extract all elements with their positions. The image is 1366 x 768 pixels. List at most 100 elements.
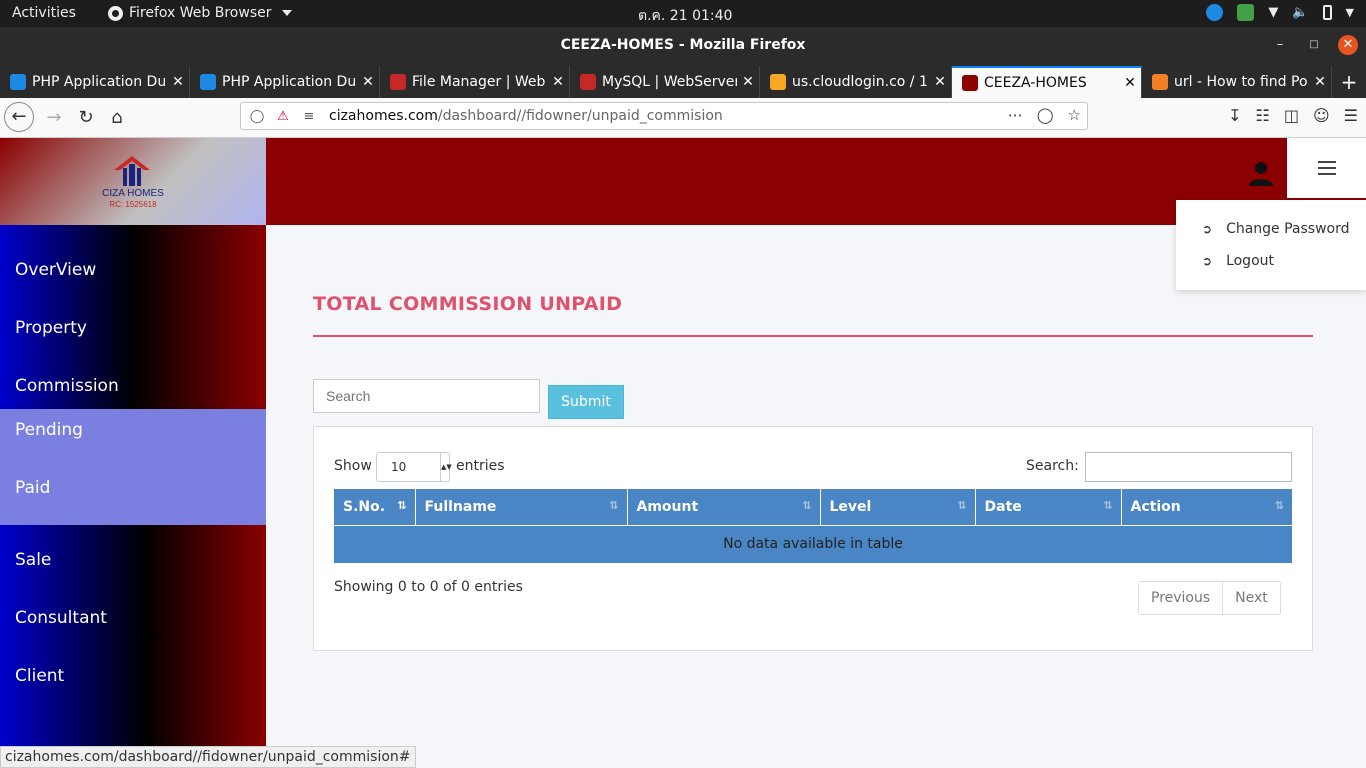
column-header-fullname[interactable]: Fullname ⇅ <box>415 489 628 525</box>
select-arrow-icon: ▲▼ <box>440 453 452 481</box>
hamburger-icon <box>1317 167 1336 169</box>
firefox-icon <box>108 5 123 21</box>
column-header-amount[interactable]: Amount ⇅ <box>627 489 821 525</box>
column-header-sno[interactable]: S.No. ⇅ <box>334 489 416 525</box>
forward-button[interactable]: → <box>40 104 68 132</box>
window-titlebar: CEEZA-HOMES - Mozilla Firefox – □ ✕ <box>0 27 1366 64</box>
tab-close-icon[interactable]: ✕ <box>547 74 569 90</box>
hamburger-menu-icon[interactable]: ☰ <box>1344 106 1358 125</box>
menu-toggle-button[interactable] <box>1287 138 1366 198</box>
sidebar-item-property[interactable]: Property <box>0 318 266 338</box>
browser-tab[interactable]: us.cloudlogin.co / 1 ✕ <box>760 66 952 98</box>
user-profile-icon[interactable] <box>1248 160 1274 186</box>
sidebar-item-consultant[interactable]: Consultant <box>0 608 266 628</box>
downloads-icon[interactable]: ↧ <box>1228 106 1241 125</box>
tab-label: us.cloudlogin.co / 1 <box>792 74 928 90</box>
column-header-date[interactable]: Date ⇅ <box>975 489 1122 525</box>
user-dropdown-menu: ➲ Change Password ➲ Logout <box>1176 200 1366 290</box>
browser-tab[interactable]: File Manager | Web ✕ <box>380 66 570 98</box>
submenu-item-paid[interactable]: Paid <box>0 478 266 498</box>
gnome-top-bar: Activities Firefox Web Browser ต.ค. 21 0… <box>0 0 1366 27</box>
link-status-bar: cizahomes.com/dashboard//fidowner/unpaid… <box>0 746 416 768</box>
change-password-label: Change Password <box>1226 221 1350 237</box>
account-icon[interactable]: ☺ <box>1313 106 1330 125</box>
browser-tab[interactable]: url - How to find Po ✕ <box>1142 66 1332 98</box>
activities-button[interactable]: Activities <box>12 5 76 21</box>
browser-tab[interactable]: PHP Application Du ✕ <box>0 66 190 98</box>
permissions-icon[interactable]: ≡ <box>299 109 319 124</box>
bookmark-star-icon[interactable]: ☆ <box>1068 106 1081 124</box>
browser-tab[interactable]: PHP Application Du ✕ <box>190 66 380 98</box>
back-button[interactable]: ← <box>4 102 34 132</box>
clock[interactable]: ต.ค. 21 01:40 <box>638 5 732 27</box>
tab-close-icon[interactable]: ✕ <box>929 74 951 90</box>
system-tray[interactable]: ▼ 🔈 ▼ <box>1206 4 1354 21</box>
chevron-down-icon <box>281 10 292 16</box>
close-window-button[interactable]: ✕ <box>1338 35 1358 55</box>
sort-asc-icon: ⇅ <box>397 499 407 512</box>
wifi-icon[interactable]: ▼ <box>1268 5 1278 20</box>
sidebar-item-client[interactable]: Client <box>0 666 266 686</box>
tab-favicon-icon <box>770 74 786 90</box>
url-text[interactable]: cizahomes.com/dashboard//fidowner/unpaid… <box>329 108 723 124</box>
tab-close-icon[interactable]: ✕ <box>737 74 759 90</box>
sidebar-lower-section: Sale Consultant Client <box>0 525 266 768</box>
maximize-button[interactable]: □ <box>1304 35 1324 55</box>
browser-tab-active[interactable]: CEEZA-HOMES ✕ <box>952 66 1142 98</box>
submit-button[interactable]: Submit <box>548 385 624 419</box>
table-row: No data available in table <box>334 524 1292 563</box>
logout-item[interactable]: ➲ Logout <box>1202 253 1274 269</box>
battery-icon[interactable] <box>1322 5 1332 20</box>
submenu-item-pending[interactable]: Pending <box>0 420 266 440</box>
column-header-level[interactable]: Level ⇅ <box>820 489 976 525</box>
tab-close-icon[interactable]: ✕ <box>167 74 189 90</box>
page-length-select[interactable]: 10 ▲▼ <box>376 452 452 482</box>
sort-icon: ⇅ <box>1103 499 1113 512</box>
tab-favicon-icon <box>200 74 216 90</box>
tab-label: PHP Application Du <box>32 74 167 90</box>
pocket-icon[interactable]: ◯ <box>1037 106 1054 124</box>
table-search-input[interactable] <box>1085 452 1292 482</box>
volume-icon[interactable]: 🔈 <box>1292 5 1308 20</box>
sidebar-toggle-icon[interactable]: ◫ <box>1284 106 1299 125</box>
tab-close-icon[interactable]: ✕ <box>1309 74 1331 90</box>
tab-label: url - How to find Po <box>1174 74 1308 90</box>
app-menu-label: Firefox Web Browser <box>129 5 272 21</box>
sidebar: OverView Property Commission Pending Pai… <box>0 225 266 768</box>
insecure-lock-icon[interactable]: ⚠ <box>273 109 293 124</box>
search-input[interactable] <box>313 379 540 413</box>
previous-page-button[interactable]: Previous <box>1139 582 1223 614</box>
power-menu-icon[interactable]: ▼ <box>1346 6 1354 19</box>
sidebar-item-sale[interactable]: Sale <box>0 550 266 570</box>
sidebar-item-overview[interactable]: OverView <box>0 260 266 280</box>
reload-button[interactable]: ↻ <box>72 104 100 132</box>
sort-icon: ⇅ <box>957 499 967 512</box>
web-page: CIZA HOMES RC: 1525618 OverView Property… <box>0 138 1366 768</box>
new-tab-button[interactable]: + <box>1338 70 1360 94</box>
minimize-button[interactable]: – <box>1270 35 1290 55</box>
library-icon[interactable]: ☷ <box>1256 106 1270 125</box>
tab-close-icon[interactable]: ✕ <box>357 74 379 90</box>
home-button[interactable]: ⌂ <box>103 104 131 132</box>
shield-icon[interactable]: ◯ <box>247 109 267 124</box>
sort-icon: ⇅ <box>1274 499 1284 512</box>
logout-label: Logout <box>1226 253 1274 269</box>
brand-logo-area[interactable]: CIZA HOMES RC: 1525618 <box>0 138 266 225</box>
url-bar[interactable]: ◯ ⚠ ≡ cizahomes.com/dashboard//fidowner/… <box>240 102 1088 130</box>
tab-favicon-icon <box>1152 74 1168 90</box>
page-actions-icon[interactable]: ⋯ <box>1008 106 1023 124</box>
column-header-action[interactable]: Action ⇅ <box>1121 489 1292 525</box>
change-password-item[interactable]: ➲ Change Password <box>1202 221 1350 237</box>
commission-submenu: Pending Paid <box>0 409 266 525</box>
browser-tab[interactable]: MySQL | WebServer ✕ <box>570 66 760 98</box>
datatable-card: Show 10 ▲▼ entries Search: S.No. ⇅ Fullna… <box>313 426 1313 651</box>
window-title: CEEZA-HOMES - Mozilla Firefox <box>560 37 806 53</box>
tab-close-icon[interactable]: ✕ <box>1119 75 1141 91</box>
table-info: Showing 0 to 0 of 0 entries <box>334 579 523 595</box>
teamviewer-icon[interactable] <box>1206 4 1224 21</box>
app-menu[interactable]: Firefox Web Browser <box>108 5 292 21</box>
empty-table-message: No data available in table <box>334 524 1292 563</box>
next-page-button[interactable]: Next <box>1222 582 1280 614</box>
sidebar-item-commission[interactable]: Commission <box>0 376 266 396</box>
update-check-icon[interactable] <box>1237 4 1255 21</box>
